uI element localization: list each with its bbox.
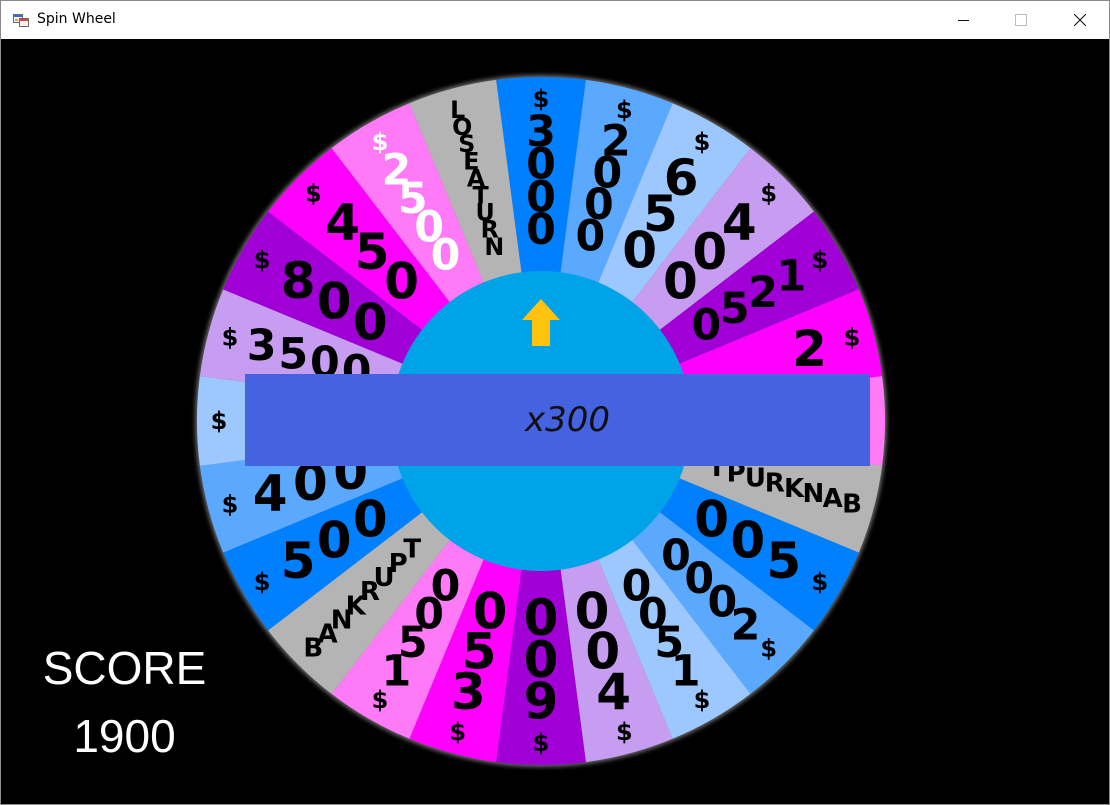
spin-result-banner: x300 [245, 374, 870, 466]
game-canvas: $3000$2000$650$400$1250$2$BANKRUPT$500$2… [2, 39, 1109, 804]
wheel-segment-label: $3 0 0 0 [526, 85, 556, 255]
title-bar[interactable]: Spin Wheel [1, 1, 1109, 39]
minimize-button[interactable] [941, 1, 987, 39]
spin-result-text: x300 [524, 400, 611, 440]
maximize-icon [1015, 11, 1027, 30]
app-window-icon [13, 12, 29, 28]
close-icon [1073, 11, 1087, 30]
minimize-icon [958, 11, 970, 30]
score-value: 1900 [73, 710, 176, 762]
score-label: SCORE [42, 642, 207, 694]
window-title: Spin Wheel [37, 11, 116, 27]
maximize-button[interactable] [998, 1, 1044, 39]
spin-wheel-window: Spin Wheel $3000$2000$650$400$1250$2$BAN… [0, 0, 1110, 805]
close-button[interactable] [1057, 1, 1103, 39]
wheel-segment-label: $ [211, 407, 228, 435]
